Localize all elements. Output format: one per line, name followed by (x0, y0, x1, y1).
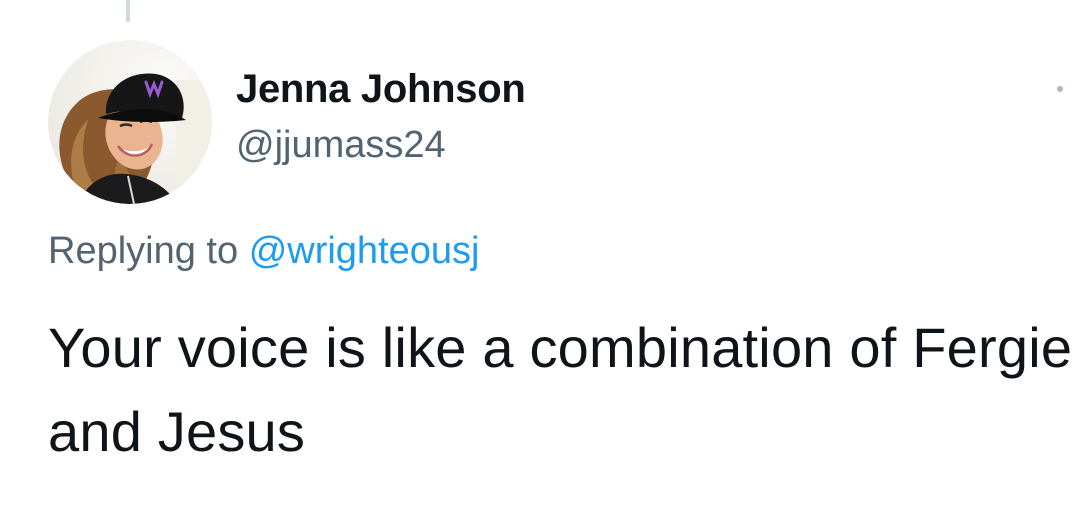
author-display-name[interactable]: Jenna Johnson (236, 64, 526, 114)
tweet-body-text: Your voice is like a combination of Ferg… (48, 316, 1073, 463)
more-options-icon[interactable] (1057, 82, 1083, 96)
thread-connector-line (126, 0, 130, 22)
more-dot (1057, 86, 1063, 92)
author-handle[interactable]: @jjumass24 (236, 122, 525, 168)
replying-to-label: Replying to (48, 230, 239, 272)
user-avatar[interactable] (48, 40, 212, 204)
tweet-author[interactable]: Jenna Johnson @jjumass24 (236, 64, 526, 168)
replying-to-line: Replying to @wrighteousj (48, 226, 479, 276)
reply-mention-link[interactable]: @wrighteousj (249, 230, 480, 272)
